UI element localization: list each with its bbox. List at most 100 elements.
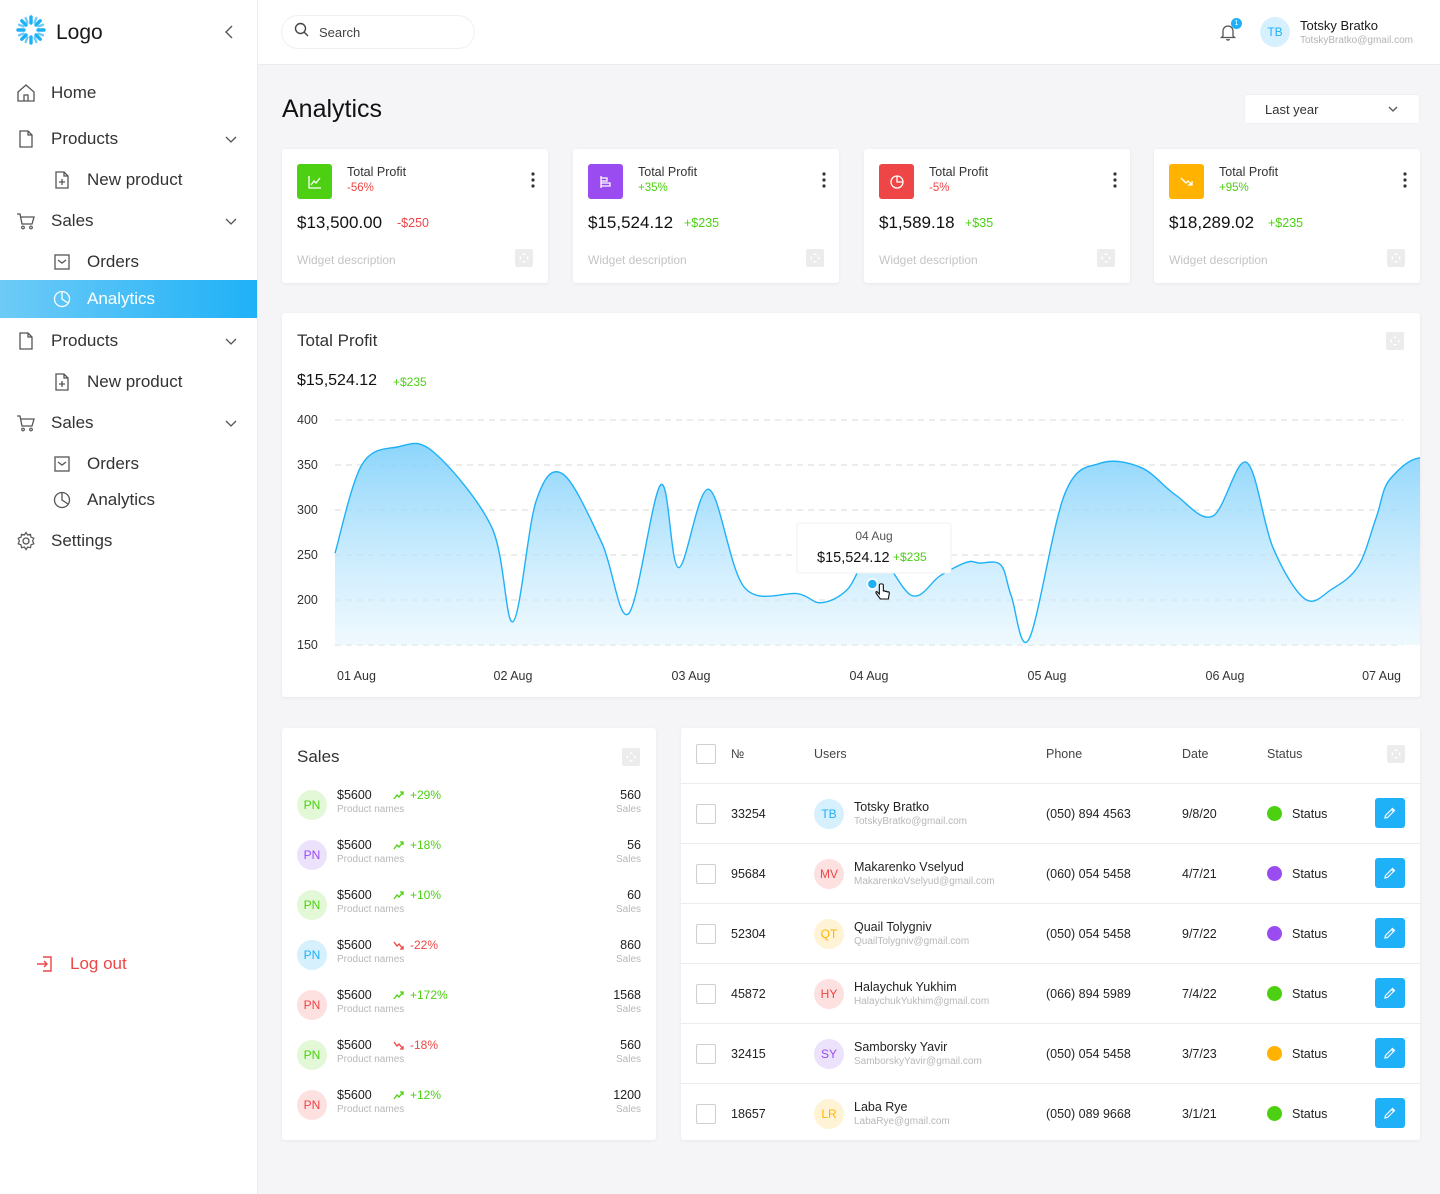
row-id: 95684: [731, 867, 766, 881]
drag-handle-icon[interactable]: [1387, 249, 1405, 267]
stat-delta: +$35: [965, 216, 994, 230]
user-email: MakarenkoVselyud@gmail.com: [854, 876, 995, 887]
row-checkbox[interactable]: [696, 864, 716, 884]
user-name[interactable]: Totsky Bratko: [1300, 18, 1378, 33]
user-email: LabaRye@gmail.com: [854, 1116, 950, 1127]
chart-tooltip: 04 Aug $15,524.12 +$235: [796, 522, 952, 574]
drag-handle-icon[interactable]: [1097, 249, 1115, 267]
sidebar-item-label: Orders: [87, 454, 139, 473]
chart-delta: +$235: [393, 375, 427, 389]
collapse-sidebar-button[interactable]: [219, 22, 239, 42]
list-item[interactable]: PN $5600 Product names +18% 56 Sales: [297, 838, 641, 874]
sidebar-item-products[interactable]: Products: [0, 318, 257, 364]
pencil-icon: [1384, 927, 1396, 939]
table-row[interactable]: 32415 SY Samborsky Yavir SamborskyYavir@gma…: [681, 1024, 1420, 1084]
sidebar-item-new-product[interactable]: New product: [0, 162, 257, 198]
row-checkbox[interactable]: [696, 1104, 716, 1124]
logo[interactable]: Logo: [0, 0, 257, 65]
stat-label: Total Profit: [1219, 165, 1279, 179]
edit-button[interactable]: [1375, 798, 1405, 828]
more-vertical-icon[interactable]: [821, 171, 827, 189]
col-status[interactable]: Status: [1267, 747, 1302, 761]
drag-handle-icon[interactable]: [1387, 745, 1405, 763]
sale-change: -22%: [393, 938, 438, 952]
period-select-value: Last year: [1265, 101, 1319, 117]
row-date: 7/4/22: [1182, 987, 1217, 1001]
edit-button[interactable]: [1375, 858, 1405, 888]
sidebar-item-sales[interactable]: Sales: [0, 198, 257, 244]
product-name: Product names: [337, 1004, 405, 1015]
stat-description: Widget description: [1169, 253, 1268, 267]
sidebar-item-analytics[interactable]: Analytics: [0, 280, 257, 318]
chevron-down-icon[interactable]: [223, 415, 239, 431]
table-row[interactable]: 33254 TB Totsky Bratko TotskyBratko@gmail.c…: [681, 784, 1420, 844]
sidebar-item-new-product[interactable]: New product: [0, 364, 257, 400]
avatar: TB: [814, 799, 844, 829]
more-vertical-icon[interactable]: [1112, 171, 1118, 189]
edit-button[interactable]: [1375, 1098, 1405, 1128]
drag-handle-icon[interactable]: [622, 748, 640, 766]
hover-point[interactable]: [866, 578, 879, 590]
row-checkbox[interactable]: [696, 984, 716, 1004]
product-name: Product names: [337, 954, 405, 965]
sidebar-item-sales[interactable]: Sales: [0, 400, 257, 446]
user-avatar[interactable]: TB: [1260, 17, 1290, 47]
row-checkbox[interactable]: [696, 924, 716, 944]
list-item[interactable]: PN $5600 Product names +29% 560 Sales: [297, 788, 641, 824]
sidebar-item-label: Analytics: [87, 490, 156, 509]
chevron-down-icon[interactable]: [223, 131, 239, 147]
more-vertical-icon[interactable]: [1402, 171, 1408, 189]
drag-handle-icon[interactable]: [515, 249, 533, 267]
list-item[interactable]: PN $5600 Product names +10% 60 Sales: [297, 888, 641, 924]
avatar: SY: [814, 1039, 844, 1069]
list-item[interactable]: PN $5600 Product names -18% 560 Sales: [297, 1038, 641, 1074]
notifications-button[interactable]: 1: [1218, 18, 1242, 42]
logout-button[interactable]: Log out: [36, 954, 127, 974]
sale-change: +18%: [393, 838, 441, 852]
sale-change-value: +18%: [410, 838, 442, 852]
search-input[interactable]: [319, 24, 459, 40]
sale-count: 60: [627, 888, 641, 902]
table-row[interactable]: 18657 LR Laba Rye LabaRye@gmail.com (050) 08…: [681, 1084, 1420, 1144]
col-number[interactable]: №: [731, 747, 744, 761]
edit-button[interactable]: [1375, 1038, 1405, 1068]
stat-delta: +$235: [1268, 216, 1304, 230]
list-item[interactable]: PN $5600 Product names +172% 1568 Sales: [297, 988, 641, 1024]
chevron-down-icon[interactable]: [223, 213, 239, 229]
sidebar-item-analytics[interactable]: Analytics: [0, 482, 257, 518]
col-users[interactable]: Users: [814, 747, 847, 761]
sidebar-item-products[interactable]: Products: [0, 116, 257, 162]
col-date[interactable]: Date: [1182, 747, 1208, 761]
drag-handle-icon[interactable]: [806, 249, 824, 267]
sidebar-item-orders[interactable]: Orders: [0, 446, 257, 482]
sale-count-label: Sales: [615, 1104, 641, 1115]
edit-button[interactable]: [1375, 918, 1405, 948]
row-checkbox[interactable]: [696, 804, 716, 824]
row-id: 33254: [731, 807, 766, 821]
list-item[interactable]: PN $5600 Product names +12% 1200 Sales: [297, 1088, 641, 1124]
sale-count-label: Sales: [615, 854, 641, 865]
edit-button[interactable]: [1375, 978, 1405, 1008]
drag-handle-icon[interactable]: [1386, 332, 1404, 350]
chevron-down-icon[interactable]: [223, 333, 239, 349]
table-row[interactable]: 95684 MV Makarenko Vselyud MakarenkoVselyud…: [681, 844, 1420, 904]
select-all-checkbox[interactable]: [696, 744, 716, 764]
search-box[interactable]: [282, 16, 474, 48]
list-item[interactable]: PN $5600 Product names -22% 860 Sales: [297, 938, 641, 974]
table-row[interactable]: 45872 HY Halaychuk Yukhim HalaychukYukhim@g…: [681, 964, 1420, 1024]
sidebar-item-home[interactable]: Home: [0, 70, 257, 116]
sale-count: 560: [620, 788, 641, 802]
status-dot: [1267, 806, 1282, 821]
user-phone: (066) 894 5989: [1046, 987, 1131, 1001]
table-row[interactable]: 52304 QT Quail Tolygniv QuailTolygniv@gmail…: [681, 904, 1420, 964]
sidebar-item-orders[interactable]: Orders: [0, 244, 257, 280]
notification-badge: 1: [1231, 18, 1242, 29]
more-vertical-icon[interactable]: [530, 171, 536, 189]
product-avatar: PN: [297, 840, 327, 870]
row-checkbox[interactable]: [696, 1044, 716, 1064]
sidebar-item-settings[interactable]: Settings: [0, 518, 257, 564]
profit-area-chart: 400 350 300 250 200 150 01 Aug 02 Aug 03 Aug 04 A…: [297, 413, 1420, 683]
user-phone: (060) 054 5458: [1046, 867, 1131, 881]
col-phone[interactable]: Phone: [1046, 747, 1082, 761]
period-select[interactable]: Last year: [1244, 94, 1420, 124]
